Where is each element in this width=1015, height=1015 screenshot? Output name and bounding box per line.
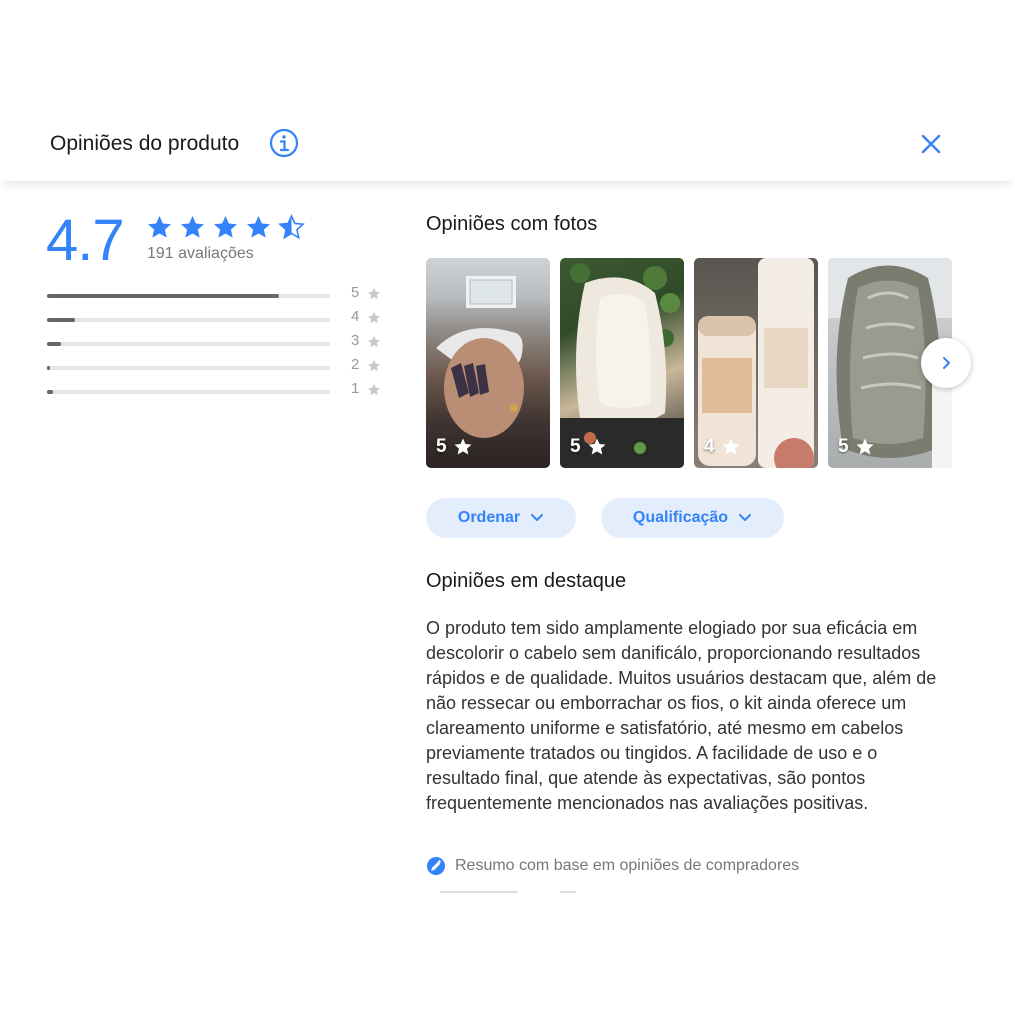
ai-summary-note: Resumo com base em opiniões de comprador… — [426, 856, 799, 876]
distribution-star-label: 1 — [351, 380, 360, 397]
photo-rating-badge: 5 — [838, 436, 875, 458]
star-icon — [588, 438, 606, 455]
ai-sparkle-icon — [427, 857, 445, 875]
photo-rating-badge: 5 — [570, 436, 607, 458]
photo-rating-value: 5 — [838, 436, 849, 457]
distribution-bar — [47, 294, 330, 298]
rating-filter-button[interactable]: Qualificação — [601, 498, 784, 538]
rating-filter-label: Qualificação — [632, 509, 729, 526]
sort-label: Ordenar — [457, 509, 521, 526]
star-icon — [368, 360, 380, 372]
close-icon — [921, 134, 941, 154]
average-stars — [146, 214, 305, 241]
close-button[interactable] — [918, 131, 944, 157]
chevron-down-icon — [531, 514, 544, 521]
distribution-bar — [47, 390, 330, 394]
star-icon — [722, 438, 740, 455]
chevron-right-icon — [943, 357, 950, 369]
photo-rating-badge: 4 — [704, 436, 741, 458]
average-rating: 4.7 — [46, 208, 125, 273]
review-photo[interactable]: 5 — [426, 258, 550, 468]
star-half-icon — [278, 214, 305, 240]
distribution-bar-fill — [47, 390, 53, 394]
photo-rating-value: 5 — [570, 436, 581, 457]
distribution-row: 5 — [47, 284, 387, 308]
chevron-down-icon — [739, 514, 752, 521]
distribution-row: 1 — [47, 380, 387, 404]
distribution-row: 4 — [47, 308, 387, 332]
star-icon — [368, 288, 380, 300]
distribution-star-label: 5 — [351, 284, 360, 301]
distribution-bar-fill — [47, 366, 50, 370]
distribution-star-label: 4 — [351, 308, 360, 325]
star-full-icon — [148, 216, 171, 238]
ai-note-label: Resumo com base em opiniões de comprador… — [455, 857, 800, 874]
review-photo[interactable]: 4 — [694, 258, 818, 468]
ai-summary-text: O produto tem sido amplamente elogiado p… — [426, 618, 937, 813]
distribution-bar-fill — [47, 342, 62, 346]
star-full-icon — [214, 216, 237, 238]
distribution-bar — [47, 318, 330, 322]
star-icon — [368, 336, 380, 348]
highlights-title: Opiniões em destaque — [426, 570, 627, 592]
star-full-icon — [181, 216, 204, 238]
photo-rating-value: 5 — [436, 436, 447, 457]
photos-section-title: Opiniões com fotos — [426, 213, 598, 235]
sort-dropdown-button[interactable]: Ordenar — [426, 498, 576, 538]
distribution-row: 2 — [47, 356, 387, 380]
info-icon[interactable] — [268, 127, 300, 159]
distribution-bar — [47, 342, 330, 346]
distribution-bar — [47, 366, 330, 370]
distribution-bar-fill — [47, 318, 76, 322]
rating-distribution: 5 4 3 2 1 — [47, 284, 387, 404]
photo-rating-value: 4 — [704, 436, 715, 457]
review-photo[interactable]: 5 — [560, 258, 684, 468]
star-full-icon — [247, 216, 270, 238]
review-count: 191 avaliações — [147, 245, 254, 262]
distribution-row: 3 — [47, 332, 387, 356]
photo-carousel: 5 5 4 5 — [426, 258, 952, 468]
modal-header: Opiniões do produto — [0, 105, 1015, 181]
star-icon — [368, 312, 380, 324]
divider — [440, 891, 518, 893]
star-icon — [856, 438, 874, 455]
distribution-star-label: 3 — [351, 332, 360, 349]
modal-title: Opiniões do produto — [50, 132, 240, 155]
photo-rating-badge: 5 — [436, 436, 473, 458]
carousel-next-button[interactable] — [921, 338, 971, 388]
star-icon — [368, 384, 380, 396]
star-icon — [454, 438, 472, 455]
distribution-star-label: 2 — [351, 356, 360, 373]
divider — [560, 891, 576, 893]
distribution-bar-fill — [47, 294, 280, 298]
